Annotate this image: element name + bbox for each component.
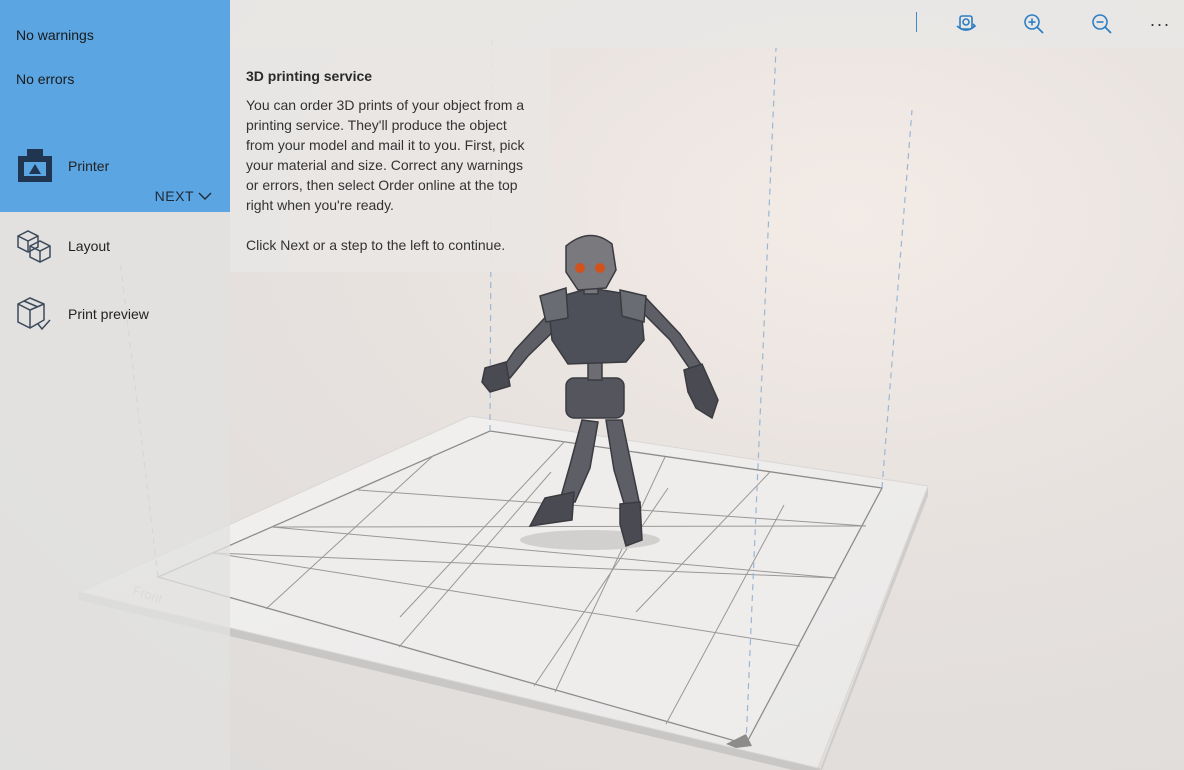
sidebar: No warnings No errors Printer NEXT Layou…	[0, 0, 230, 770]
zoom-out-button[interactable]	[1084, 8, 1120, 40]
printer-icon	[18, 149, 52, 182]
top-toolbar: ···	[230, 0, 1184, 48]
step-print-preview[interactable]: Print preview	[0, 290, 230, 338]
step-label-print-preview: Print preview	[68, 306, 149, 322]
step-label-layout: Layout	[68, 238, 111, 254]
warnings-status: No warnings	[16, 27, 94, 43]
zoom-out-icon	[1092, 14, 1112, 34]
step-label-printer: Printer	[68, 158, 110, 174]
more-icon: ···	[1149, 14, 1171, 34]
more-options-button[interactable]: ···	[1142, 8, 1178, 40]
next-button[interactable]: NEXT	[155, 188, 212, 204]
reset-view-icon	[956, 15, 977, 31]
info-body: You can order 3D prints of your object f…	[246, 97, 525, 213]
layout-cubes-icon	[17, 230, 51, 263]
reset-view-button[interactable]	[948, 8, 984, 40]
step-printer[interactable]: Printer	[0, 142, 230, 190]
zoom-in-icon	[1024, 14, 1044, 34]
status-panel: No warnings No errors Printer NEXT	[0, 0, 230, 212]
step-layout[interactable]: Layout	[0, 222, 230, 270]
errors-status: No errors	[16, 71, 75, 87]
info-title: 3D printing service	[246, 68, 373, 84]
print-preview-icon	[17, 297, 51, 331]
toolbar-separator	[916, 12, 917, 32]
info-panel: 3D printing service You can order 3D pri…	[230, 48, 550, 272]
zoom-in-button[interactable]	[1016, 8, 1052, 40]
next-label: NEXT	[154, 188, 194, 204]
chevron-down-icon	[198, 192, 212, 200]
info-continue-hint: Click Next or a step to the left to cont…	[246, 237, 506, 253]
